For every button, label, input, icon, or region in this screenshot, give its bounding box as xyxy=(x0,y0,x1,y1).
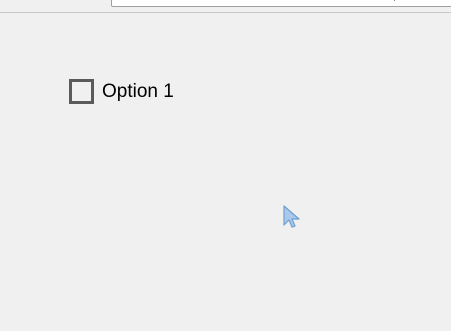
mouse-pointer-icon xyxy=(283,205,300,228)
option-1-label: Option 1 xyxy=(102,80,174,102)
option-1-checkbox[interactable]: Option 1 xyxy=(69,76,174,106)
checkbox-box[interactable] xyxy=(69,78,94,104)
field-end-mark xyxy=(390,0,395,1)
top-input-field[interactable] xyxy=(111,0,451,7)
window-content: Option 1 xyxy=(0,0,451,331)
top-toolbar-strip xyxy=(0,0,451,13)
